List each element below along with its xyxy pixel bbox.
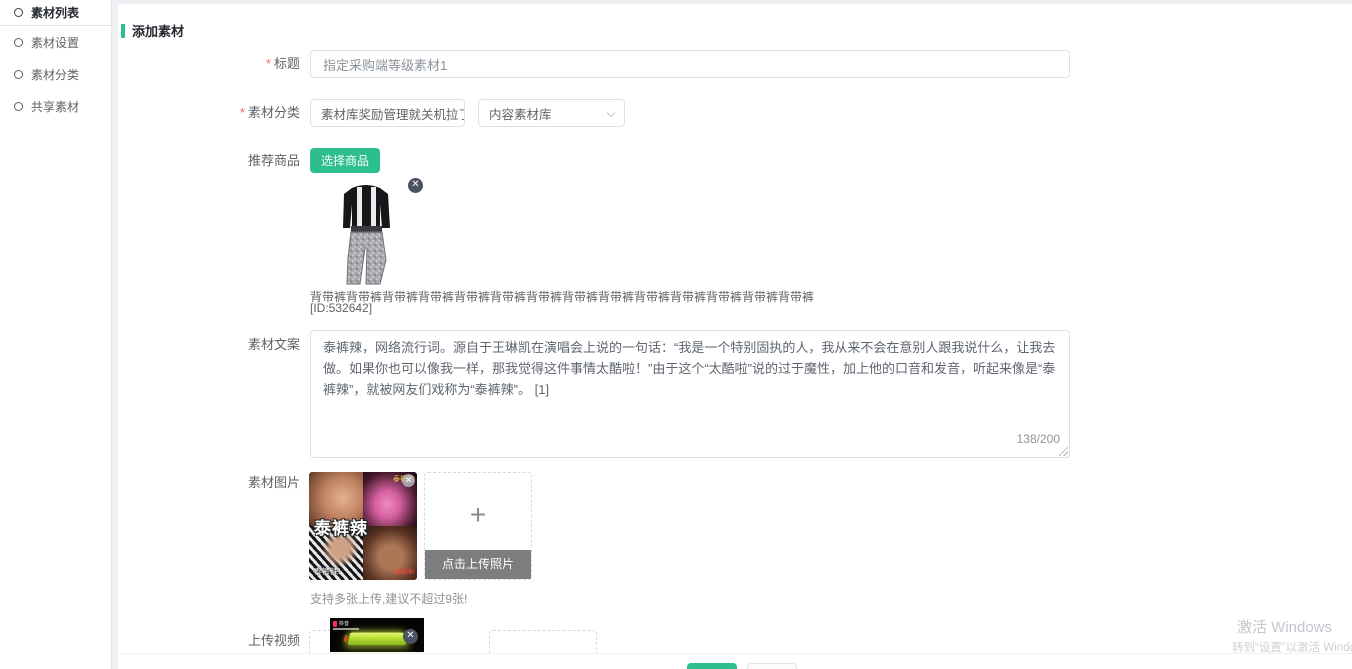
upload-photo-box[interactable]: + 点击上传照片: [424, 472, 532, 580]
required-mark: *: [266, 56, 271, 71]
product-image: [330, 182, 403, 288]
sidebar-item-label: 素材分类: [31, 66, 79, 83]
images-hint: 支持多张上传,建议不超过9张!: [310, 590, 467, 607]
sidebar-item-label: 共享素材: [31, 98, 79, 115]
tiktok-label: 抖音: [339, 620, 349, 627]
music-note-icon: [333, 621, 337, 627]
resize-handle-icon[interactable]: [1059, 447, 1068, 456]
plus-icon: +: [425, 501, 531, 529]
save-button[interactable]: [687, 663, 737, 669]
category-select-primary[interactable]: 素材库奖励管理就关机拉了': [310, 99, 465, 127]
radio-circle-icon: [14, 102, 23, 111]
upload-photo-button[interactable]: 点击上传照片: [425, 550, 531, 579]
uploaded-image-thumbnail[interactable]: 泰裤辣 泰裤辣! 泰裤辣! 泰裤辣 ✕: [309, 472, 417, 580]
chevron-down-icon: [448, 110, 455, 117]
cancel-button[interactable]: [747, 663, 797, 669]
sidebar: 素材列表 素材设置 素材分类 共享素材: [0, 0, 112, 669]
form-footer: [118, 653, 1352, 669]
title-label: *标题: [118, 50, 300, 78]
category-label: *素材分类: [118, 99, 300, 127]
chevron-down-icon: [608, 110, 615, 117]
meme-caption: 泰裤辣!: [314, 566, 340, 577]
page-header: 添加素材: [121, 21, 184, 40]
main-panel: 添加素材 *标题 *素材分类 素材库奖励管理就关机拉了' 内容素材库 推荐商品 …: [118, 4, 1352, 669]
meme-caption-main: 泰裤辣: [314, 514, 368, 539]
sidebar-item-label: 素材列表: [31, 4, 79, 21]
header-accent-bar: [121, 24, 125, 38]
windows-activation-watermark: 激活 Windows: [1237, 616, 1332, 637]
radio-circle-icon: [14, 70, 23, 79]
copy-label: 素材文案: [118, 334, 300, 355]
product-id: [ID:532642]: [310, 302, 372, 314]
remove-video-icon[interactable]: ✕: [403, 629, 418, 644]
radio-circle-icon: [14, 38, 23, 47]
tiktok-logo-icon: 抖音: [333, 620, 349, 627]
meme-caption: 泰裤辣!: [394, 567, 414, 576]
images-label: 素材图片: [118, 472, 300, 493]
windows-activation-watermark-sub: 转到“设置”以激活 Windows: [1232, 639, 1352, 655]
radio-circle-icon: [14, 8, 23, 17]
copy-textarea[interactable]: 泰裤辣，网络流行词。源自于王琳凯在演唱会上说的一句话：“我是一个特别固执的人，我…: [310, 330, 1070, 458]
video-glow-graphic: [348, 633, 407, 645]
category-select-primary-value: 素材库奖励管理就关机拉了': [321, 104, 465, 123]
video-label: 上传视频: [118, 630, 300, 651]
category-select-secondary[interactable]: 内容素材库: [478, 99, 625, 127]
required-mark: *: [240, 105, 245, 120]
remove-image-icon[interactable]: ✕: [402, 474, 415, 487]
select-product-button[interactable]: 选择商品: [310, 148, 380, 173]
product-name: 背带裤背带裤背带裤背带裤背带裤背带裤背带裤背带裤背带裤背带裤背带裤背带裤背带裤背…: [310, 291, 814, 303]
copy-textarea-wrap: 泰裤辣，网络流行词。源自于王琳凯在演唱会上说的一句话：“我是一个特别固执的人，我…: [310, 330, 1070, 458]
char-counter: 138/200: [1017, 432, 1060, 446]
product-label: 推荐商品: [118, 148, 300, 173]
category-select-secondary-value: 内容素材库: [489, 104, 552, 123]
video-subtitle-line: [333, 628, 359, 630]
title-input[interactable]: [310, 50, 1070, 78]
remove-product-icon[interactable]: ✕: [408, 178, 423, 193]
sidebar-item-material-list[interactable]: 素材列表: [0, 0, 111, 26]
sidebar-item-label: 素材设置: [31, 34, 79, 51]
sidebar-item-shared-material[interactable]: 共享素材: [0, 90, 111, 122]
sidebar-item-material-category[interactable]: 素材分类: [0, 58, 111, 90]
sidebar-item-material-settings[interactable]: 素材设置: [0, 26, 111, 58]
page-title: 添加素材: [132, 21, 184, 40]
meme-quadrant: 泰裤辣!: [363, 526, 417, 580]
